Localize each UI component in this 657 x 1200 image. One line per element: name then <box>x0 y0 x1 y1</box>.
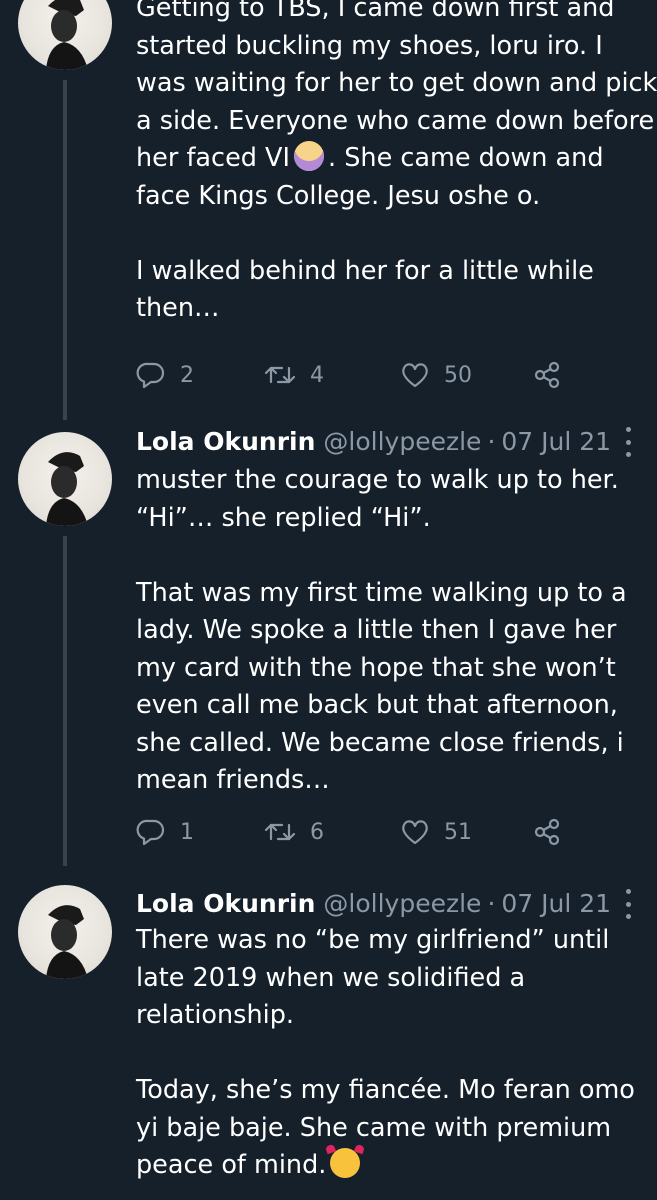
avatar[interactable] <box>18 432 112 526</box>
more-icon[interactable] <box>625 889 631 919</box>
separator: · <box>487 888 496 918</box>
tweet-text: Getting to TBS, I came down first and st… <box>136 0 657 328</box>
share-button[interactable] <box>532 357 562 393</box>
text-line: started buckling my shoes, loru iro. I <box>136 30 603 61</box>
text-fragment: peace of mind. <box>136 1150 327 1180</box>
retweet-button[interactable]: 4 <box>264 357 324 393</box>
retweet-icon <box>264 366 296 384</box>
author-name[interactable]: Lola Okunrin <box>136 427 315 456</box>
like-count: 50 <box>444 362 472 388</box>
reply-icon <box>136 819 165 846</box>
text-line: yi baje baje. She came with premium <box>136 1112 612 1143</box>
reply-count: 2 <box>180 362 194 388</box>
separator: · <box>487 426 496 456</box>
tweet-date[interactable]: 07 Jul 21 <box>501 427 611 456</box>
tweet-text: There was no “be my girlfriend” until la… <box>136 922 635 1185</box>
text-line: peace of mind. <box>136 1147 633 1185</box>
smiling-face-with-hearts-emoji <box>330 1148 361 1178</box>
tweet-date[interactable]: 07 Jul 21 <box>501 889 611 918</box>
like-icon <box>402 363 428 388</box>
like-button[interactable]: 51 <box>400 814 472 850</box>
text-line: even call me back but that afternoon, <box>136 690 618 720</box>
reply-icon <box>136 362 165 389</box>
text-line: I walked behind her for a little while <box>136 255 594 286</box>
share-icon <box>534 818 560 846</box>
text-line: Getting to TBS, I came down first and <box>136 0 615 23</box>
like-button[interactable]: 50 <box>400 357 472 393</box>
text-line: late 2019 when we solidified a <box>136 962 526 993</box>
reply-button[interactable]: 2 <box>136 357 194 393</box>
text-line: she called. We became close friends, i <box>136 727 624 758</box>
text-line: a side. Everyone who came down before <box>136 105 655 136</box>
tweet-1[interactable]: Getting to TBS, I came down first and st… <box>0 0 657 420</box>
author-handle[interactable]: @lollypeezle <box>323 427 481 456</box>
author-handle[interactable]: @lollypeezle <box>323 889 481 918</box>
like-count: 51 <box>444 819 472 845</box>
retweet-button[interactable]: 6 <box>264 814 324 850</box>
retweet-icon <box>264 823 296 841</box>
share-button[interactable] <box>532 814 562 850</box>
thread-line <box>63 80 67 420</box>
text-line: Today, she’s my fiancée. Mo feran omo <box>136 1075 635 1105</box>
text-line: was waiting for her to get down and pick <box>136 68 657 98</box>
share-icon <box>534 361 560 389</box>
retweet-count: 6 <box>310 819 324 845</box>
text-line: my card with the hope that she won’t <box>136 652 616 683</box>
tweet-actions: 1 6 51 <box>136 814 576 850</box>
more-icon[interactable] <box>625 427 631 457</box>
tweet-header: Lola Okunrin @lollypeezle · 07 Jul 21 <box>136 421 657 461</box>
text-line: “Hi”… she replied “Hi”. <box>136 502 431 533</box>
tweet-text: muster the courage to walk up to her. “H… <box>136 462 633 800</box>
text-fragment: . She came down and <box>328 143 604 173</box>
text-fragment: her faced VI <box>136 143 291 173</box>
tweet-actions: 2 4 50 <box>136 357 576 393</box>
avatar[interactable] <box>18 885 112 979</box>
reply-button[interactable]: 1 <box>136 814 194 850</box>
text-line: There was no “be my girlfriend” until <box>136 925 610 955</box>
text-line: relationship. <box>136 1000 294 1030</box>
text-line: That was my first time walking up to a <box>136 577 627 608</box>
retweet-count: 4 <box>310 362 324 388</box>
tweet-header: Lola Okunrin @lollypeezle · 07 Jul 21 <box>136 883 657 923</box>
text-line: mean friends… <box>136 765 330 795</box>
like-icon <box>402 820 428 845</box>
reply-count: 1 <box>180 819 194 845</box>
text-line: her faced VI . She came down and <box>136 140 633 178</box>
woman-shrugging-emoji <box>294 141 325 171</box>
text-line: face Kings College. Jesu oshe o. <box>136 180 541 211</box>
text-line: then… <box>136 293 220 323</box>
text-line: lady. We spoke a little then I gave her <box>136 615 617 645</box>
thread-line <box>63 536 67 866</box>
avatar[interactable] <box>18 0 112 70</box>
text-line: muster the courage to walk up to her. <box>136 465 619 495</box>
author-name[interactable]: Lola Okunrin <box>136 889 315 918</box>
